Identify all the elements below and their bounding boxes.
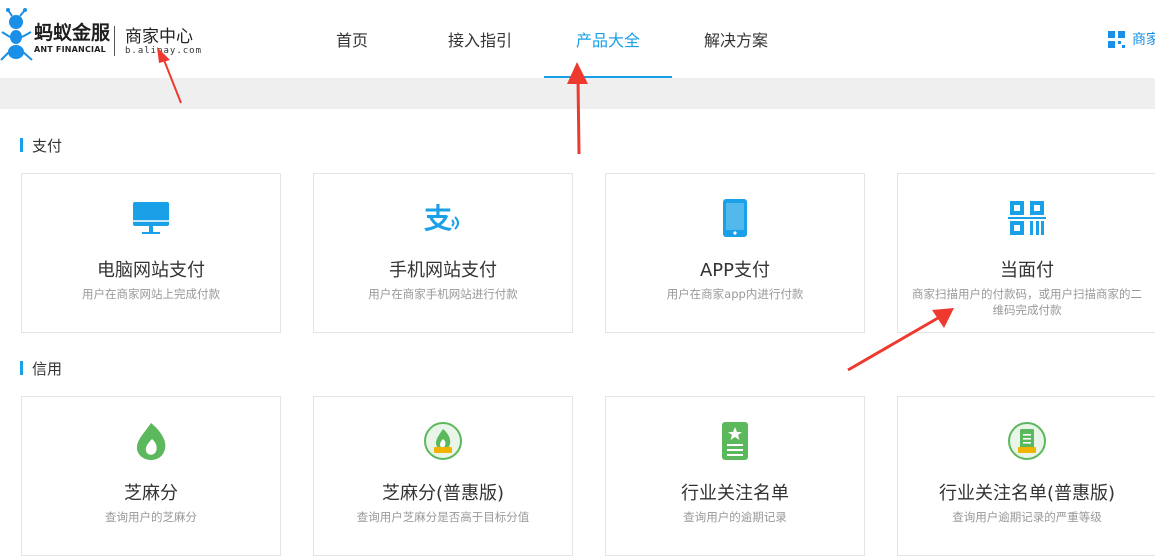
- card-industry-watchlist-lite[interactable]: 行业关注名单(普惠版) 查询用户逾期记录的严重等级: [897, 396, 1155, 556]
- card-desc: 查询用户的逾期记录: [683, 510, 787, 524]
- sesame-badge-icon: [424, 422, 462, 460]
- gray-banner: [0, 78, 1155, 109]
- logo-brand-sub: ANT FINANCIAL: [34, 45, 106, 54]
- nav-item-home[interactable]: 首页: [288, 0, 416, 78]
- logo-domain: b.alipay.com: [125, 46, 203, 56]
- card-mobile-web-pay[interactable]: 支 手机网站支付 用户在商家手机网站进行付款: [313, 173, 573, 333]
- card-title: 当面付: [1000, 260, 1054, 281]
- logo-divider: [114, 26, 115, 56]
- card-desc: 查询用户芝麻分是否高于目标分值: [356, 510, 530, 524]
- card-title: 手机网站支付: [389, 260, 497, 281]
- card-sesame-score-lite[interactable]: 芝麻分(普惠版) 查询用户芝麻分是否高于目标分值: [313, 396, 573, 556]
- card-desc: 用户在商家手机网站进行付款: [368, 287, 518, 301]
- scan-code-icon: [1008, 201, 1046, 235]
- nav-item-integration-guide[interactable]: 接入指引: [416, 0, 544, 78]
- section-title-credit: 信用: [20, 358, 62, 379]
- nav-item-products[interactable]: 产品大全: [544, 0, 672, 78]
- main-nav: 首页 接入指引 产品大全 解决方案: [288, 0, 800, 78]
- monitor-icon: [133, 202, 169, 234]
- card-sesame-score[interactable]: 芝麻分 查询用户的芝麻分: [21, 396, 281, 556]
- card-desc: 用户在商家app内进行付款: [666, 287, 804, 301]
- logo-brand-name: 蚂蚁金服: [34, 22, 111, 44]
- card-industry-watchlist[interactable]: 行业关注名单 查询用户的逾期记录: [605, 396, 865, 556]
- watchlist-badge-icon: [1008, 422, 1046, 460]
- phone-icon: [723, 199, 747, 237]
- card-title: APP支付: [699, 260, 771, 281]
- card-title: 行业关注名单: [681, 483, 789, 504]
- logo-center-title: 商家中心: [125, 27, 193, 47]
- card-title: 芝麻分(普惠版): [381, 483, 505, 504]
- card-desc: 用户在商家网站上完成付款: [82, 287, 220, 301]
- card-desc: 查询用户逾期记录的严重等级: [952, 510, 1102, 524]
- card-face-to-face-pay[interactable]: 当面付 商家扫描用户的付款码，或用户扫描商家的二维码完成付款: [897, 173, 1155, 333]
- card-desc: 商家扫描用户的付款码，或用户扫描商家的二维码完成付款: [912, 287, 1142, 317]
- section-title-payment: 支付: [20, 135, 62, 156]
- card-pc-web-pay[interactable]: 电脑网站支付 用户在商家网站上完成付款: [21, 173, 281, 333]
- product-catalog-page: 蚂蚁金服 ANT FINANCIAL 商家中心 b.alipay.com 首页 …: [0, 0, 1155, 556]
- card-desc: 查询用户的芝麻分: [105, 510, 197, 524]
- merchant-link[interactable]: 商家: [1108, 29, 1155, 49]
- top-header: 蚂蚁金服 ANT FINANCIAL 商家中心 b.alipay.com 首页 …: [0, 0, 1155, 78]
- ant-logo-icon: [0, 8, 33, 61]
- alipay-wave-icon: 支: [424, 202, 459, 235]
- card-app-pay[interactable]: APP支付 用户在商家app内进行付款: [605, 173, 865, 333]
- logo[interactable]: 蚂蚁金服 ANT FINANCIAL 商家中心 b.alipay.com: [0, 8, 203, 64]
- watchlist-icon: [722, 422, 748, 460]
- sesame-icon: [136, 423, 166, 460]
- app-grid-icon: [1108, 30, 1125, 48]
- svg-text:支: 支: [424, 202, 452, 235]
- nav-item-solutions[interactable]: 解决方案: [672, 0, 800, 78]
- card-title: 芝麻分: [124, 483, 178, 504]
- card-title: 行业关注名单(普惠版): [938, 483, 1116, 504]
- merchant-link-label: 商家: [1132, 32, 1155, 48]
- card-title: 电脑网站支付: [97, 260, 205, 281]
